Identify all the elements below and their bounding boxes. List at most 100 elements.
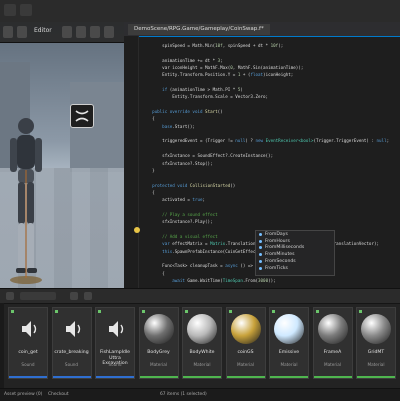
- method-icon: [259, 266, 262, 270]
- autocomplete-item-label: FromHours: [265, 238, 290, 244]
- material-sphere-icon: [143, 314, 174, 344]
- play-icon[interactable]: [20, 4, 32, 16]
- move-tool-icon[interactable]: [17, 26, 27, 38]
- view-icon[interactable]: [70, 292, 78, 300]
- asset-type: Material: [193, 362, 211, 367]
- code-token: this: [142, 248, 173, 254]
- settings-icon[interactable]: [104, 26, 114, 38]
- code-token: var: [142, 241, 170, 247]
- code-line[interactable]: triggeredEvent = (Trigger != null) ? new…: [142, 137, 398, 144]
- asset-type-bar: [139, 376, 178, 378]
- sort-icon[interactable]: [84, 292, 92, 300]
- code-line[interactable]: [142, 145, 398, 152]
- code-line[interactable]: [142, 174, 398, 181]
- asset-tile[interactable]: FrameA Material: [312, 307, 353, 379]
- scene-viewport[interactable]: Editor: [0, 22, 124, 288]
- autocomplete-item[interactable]: FromMilliseconds: [256, 245, 334, 252]
- asset-tile[interactable]: coin_get Sound: [8, 307, 48, 379]
- autocomplete-item-label: FromMilliseconds: [265, 245, 305, 251]
- code-line[interactable]: // Play a sound effect: [142, 211, 398, 218]
- code-token: )iconHeight;: [263, 72, 294, 78]
- autocomplete-item[interactable]: FromMinutes: [256, 251, 334, 258]
- code-line[interactable]: [142, 204, 398, 211]
- code-line[interactable]: {: [142, 115, 398, 122]
- lighting-icon[interactable]: [90, 26, 100, 38]
- code-token: // Add a visual effect: [142, 233, 218, 239]
- asset-tile[interactable]: GridMT Material: [356, 307, 396, 379]
- autocomplete-item[interactable]: FromSeconds: [256, 258, 334, 265]
- code-token: , spinSpeed + dt *: [222, 43, 271, 48]
- code-line[interactable]: sfxInstance?.Stop();: [142, 160, 398, 167]
- status-checkout[interactable]: Checkout: [48, 392, 69, 397]
- code-line[interactable]: }: [142, 167, 398, 174]
- character-model[interactable]: [4, 110, 48, 288]
- code-line[interactable]: [142, 79, 398, 86]
- status-asset-preview[interactable]: Asset preview (0): [4, 392, 42, 397]
- camera-icon[interactable]: [62, 26, 72, 38]
- code-line[interactable]: Entity.Transform.Scale = Vector3.Zero;: [142, 93, 398, 100]
- asset-status-icon: [272, 310, 275, 313]
- code-line[interactable]: if (animationTime > Math.PI * 5): [142, 86, 398, 93]
- code-token: sfxInstance?.Stop();: [142, 160, 213, 166]
- grid-icon[interactable]: [76, 26, 86, 38]
- asset-tile[interactable]: BodyWhite Material: [182, 307, 222, 379]
- material-sphere-icon: [361, 314, 391, 344]
- autocomplete-item[interactable]: FromTicks: [256, 265, 334, 272]
- code-line[interactable]: {: [142, 189, 398, 196]
- code-line[interactable]: [142, 130, 398, 137]
- asset-filter-input[interactable]: [20, 292, 56, 300]
- code-line[interactable]: base.Start();: [142, 123, 398, 130]
- autocomplete-item[interactable]: FromHours: [256, 238, 334, 245]
- asset-tile[interactable]: Emissive Material: [269, 307, 309, 379]
- asset-name: BodyGrey: [147, 350, 170, 355]
- speaker-icon: [13, 314, 43, 344]
- asset-tile[interactable]: BodyGrey Material: [138, 307, 179, 379]
- code-line[interactable]: [142, 101, 398, 108]
- asset-tile[interactable]: crate_breaking Sound: [51, 307, 92, 379]
- autocomplete-item-label: FromTicks: [265, 265, 288, 271]
- status-item-count: 67 items (1 selected): [160, 392, 207, 397]
- status-bar: Asset preview (0) Checkout 67 items (1 s…: [0, 388, 400, 401]
- code-token: spinSpeed = Math.Min(: [142, 43, 216, 48]
- folder-icon[interactable]: [6, 292, 14, 300]
- code-token: ;: [220, 57, 223, 63]
- code-token: (): [230, 182, 236, 188]
- asset-status-icon: [359, 310, 362, 313]
- code-line[interactable]: protected void CollisionStarted(): [142, 182, 398, 189]
- code-line[interactable]: activated = true;: [142, 196, 398, 203]
- tab-coinswap[interactable]: DemoScene/RPG.Game/Gameplay/CoinSwap.f*: [128, 24, 270, 35]
- autocomplete-item[interactable]: FromDays: [256, 231, 334, 238]
- code-line[interactable]: [142, 49, 398, 56]
- code-token: EventReceiver<bool>: [265, 138, 314, 144]
- code-line[interactable]: sfxInstance = SoundEffect?.CreateInstanc…: [142, 152, 398, 159]
- code-line[interactable]: sfxInstance?.Play();: [142, 218, 398, 225]
- asset-name: Emissive: [278, 350, 300, 355]
- menu-icon[interactable]: [4, 4, 16, 16]
- viewport-toolbar: Editor: [0, 22, 124, 43]
- lightbulb-icon[interactable]: [134, 227, 140, 233]
- trigger-icon[interactable]: [70, 104, 94, 128]
- asset-tile[interactable]: FishLampIdle Uttra Excavation Sound: [95, 307, 135, 379]
- asset-name: GridMT: [367, 350, 385, 355]
- code-token: Game.WaitTime(: [184, 278, 223, 283]
- code-token: await: [142, 278, 185, 283]
- code-line[interactable]: public override void Start(): [142, 108, 398, 115]
- code-line[interactable]: var iconHeight = MathF.Max(0, MathF.Sin(…: [142, 64, 398, 71]
- code-token: {: [142, 116, 155, 122]
- autocomplete-item-label: FromDays: [265, 231, 288, 237]
- code-line[interactable]: await Game.WaitTime(TimeSpan.From(3000))…: [142, 277, 398, 284]
- asset-tile[interactable]: coinGS Material: [225, 307, 266, 379]
- autocomplete-popup[interactable]: FromDays FromHours FromMilliseconds FromMin…: [255, 230, 335, 276]
- code-line[interactable]: spinSpeed = Math.Min(10f, spinSpeed + dt…: [142, 42, 398, 49]
- speaker-icon: [100, 314, 130, 344]
- code-token: {: [142, 270, 165, 276]
- asset-type: Material: [149, 362, 167, 367]
- code-line[interactable]: Entity.Transform.Position.Y = 1 + (float…: [142, 71, 398, 78]
- asset-type: Material: [367, 362, 385, 367]
- select-tool-icon[interactable]: [3, 26, 13, 38]
- code-token: Entity.Transform.Position.Y =: [142, 72, 238, 78]
- code-line[interactable]: animationTime += dt * 3;: [142, 57, 398, 64]
- code-token: ) ?: [245, 138, 256, 144]
- code-token: 3000: [258, 278, 269, 283]
- viewport-mode-label[interactable]: Editor: [34, 27, 52, 34]
